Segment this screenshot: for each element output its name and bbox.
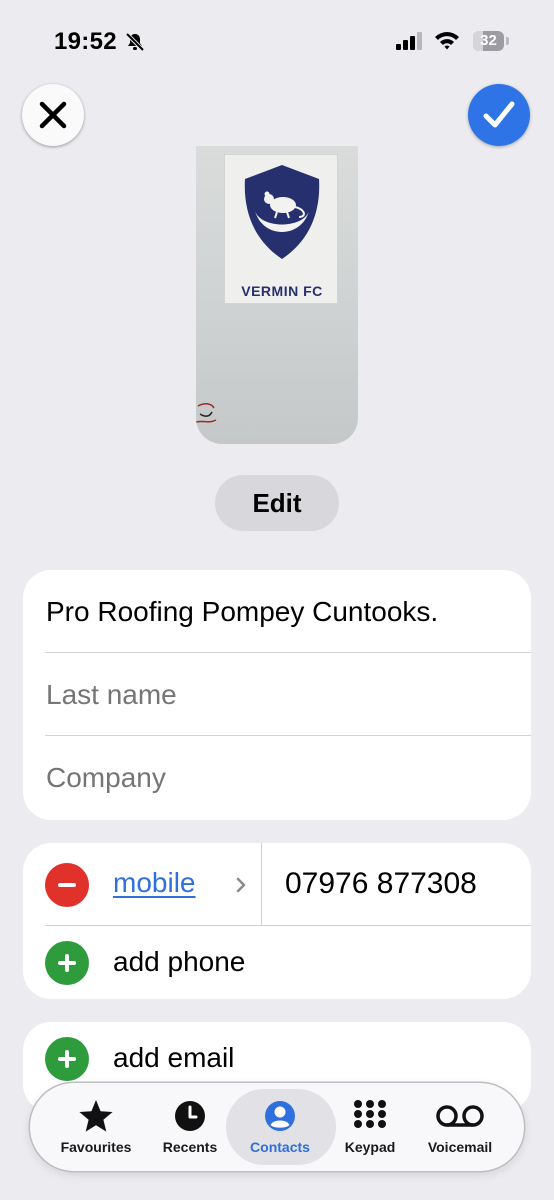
status-bar: 19:52 32 [0, 0, 554, 84]
star-icon [79, 1100, 113, 1132]
last-name-field[interactable] [46, 678, 506, 711]
tab-favourites[interactable]: Favourites [50, 1083, 142, 1171]
battery-indicator: 32 [473, 31, 509, 51]
crest-logo [244, 165, 320, 259]
status-time: 19:52 [54, 28, 117, 55]
company-row [23, 736, 531, 819]
tab-bar: Favourites Recents Contacts Keypad Voice… [30, 1083, 524, 1171]
done-button[interactable] [468, 84, 530, 146]
cellular-signal-icon [396, 32, 422, 50]
tab-label: Recents [162, 1139, 218, 1155]
bell-slash-icon [125, 32, 145, 52]
battery-body: 32 [473, 31, 504, 51]
add-phone-label: add phone [113, 946, 246, 977]
tab-label: Voicemail [427, 1139, 493, 1155]
first-name-row [23, 570, 531, 653]
close-button[interactable] [22, 84, 84, 146]
sticker-caption: VERMIN FC [241, 283, 323, 299]
person-icon [265, 1101, 295, 1131]
clock-icon [175, 1101, 205, 1131]
tab-contacts[interactable]: Contacts [234, 1083, 326, 1171]
contact-poster[interactable]: VERMIN FC [196, 146, 358, 444]
chevron-right-icon [236, 877, 246, 893]
tab-voicemail[interactable]: Voicemail [414, 1083, 506, 1171]
tab-keypad[interactable]: Keypad [324, 1083, 416, 1171]
add-email-label: add email [113, 1042, 235, 1073]
remove-phone-button[interactable] [45, 862, 89, 907]
plus-icon [58, 1050, 76, 1068]
plus-icon [58, 954, 76, 972]
battery-percent: 32 [480, 32, 497, 49]
tab-label: Contacts [250, 1139, 310, 1155]
minus-icon [58, 882, 76, 887]
last-name-row [23, 653, 531, 736]
keypad-icon [354, 1100, 386, 1128]
name-card [23, 570, 531, 820]
phone-card: mobile 07976 877308 add phone [23, 843, 531, 999]
add-phone-button[interactable] [45, 941, 89, 985]
battery-cap [506, 37, 509, 45]
tab-label: Keypad [344, 1139, 396, 1155]
first-name-field[interactable] [46, 595, 506, 628]
tab-recents[interactable]: Recents [144, 1083, 236, 1171]
phone-label-selector[interactable]: mobile [113, 867, 195, 899]
wifi-icon [435, 32, 459, 50]
tab-label: Favourites [60, 1139, 132, 1155]
poster-scribble [196, 403, 217, 423]
company-field[interactable] [46, 761, 506, 794]
phone-row: mobile 07976 877308 [23, 843, 531, 926]
close-icon [39, 101, 67, 129]
poster-sticker: VERMIN FC [224, 154, 338, 304]
voicemail-icon [436, 1105, 484, 1127]
edit-poster-button[interactable]: Edit [215, 475, 339, 531]
vertical-separator [261, 843, 262, 926]
add-email-button[interactable] [45, 1037, 89, 1081]
add-phone-row[interactable]: add phone [23, 926, 531, 999]
phone-number-field[interactable]: 07976 877308 [285, 867, 477, 901]
checkmark-icon [483, 101, 515, 128]
